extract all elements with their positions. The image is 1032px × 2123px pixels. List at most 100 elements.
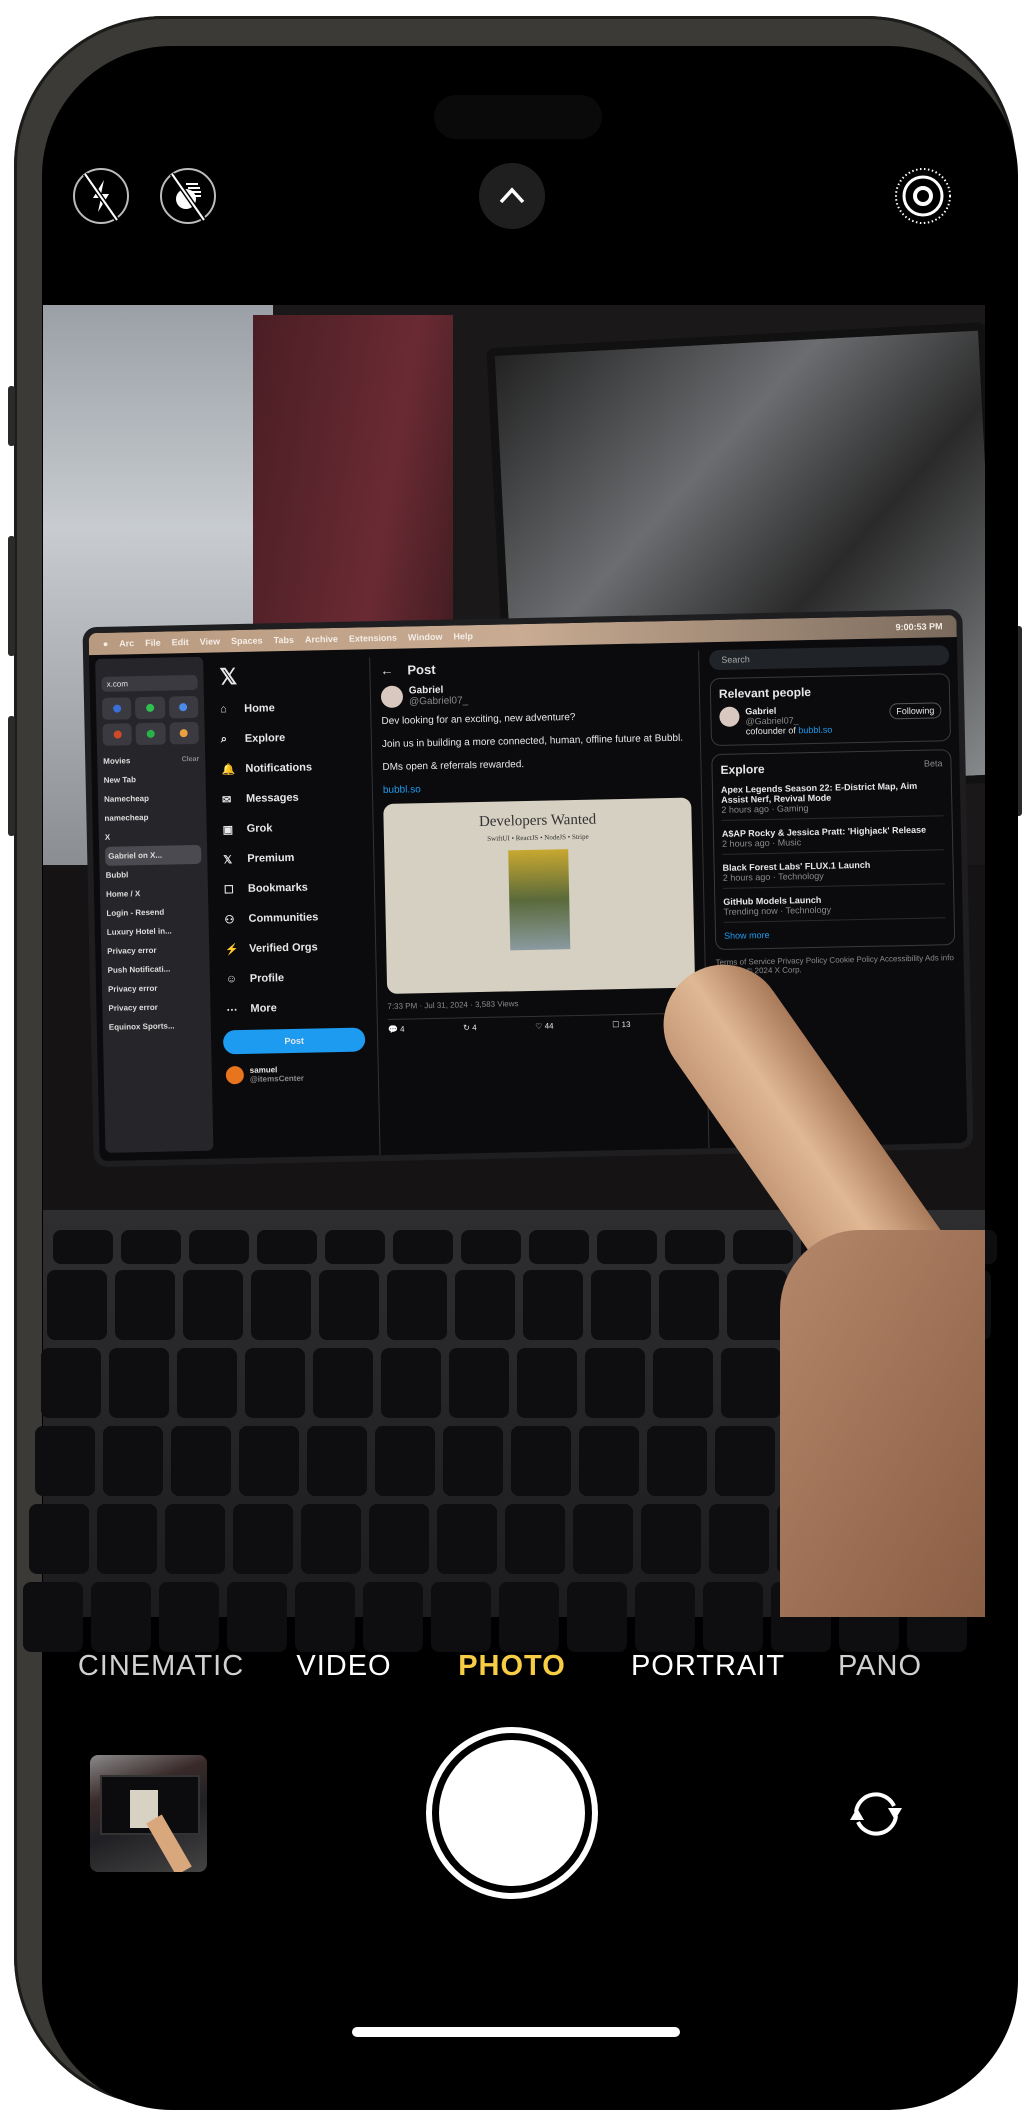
menubar-item: Arc bbox=[119, 638, 135, 649]
folder-movies: Movies Clear bbox=[103, 750, 199, 771]
keyboard-key bbox=[29, 1504, 89, 1574]
mode-cinematic[interactable]: CINEMATIC bbox=[78, 1650, 244, 1683]
bio-text: cofounder of bbox=[745, 725, 796, 737]
keyboard-key bbox=[319, 1270, 379, 1340]
x-nav-item[interactable]: ⌂ Home bbox=[212, 691, 363, 724]
keyboard-key bbox=[659, 1270, 719, 1340]
post-header: ← Post bbox=[380, 657, 688, 678]
trend-item[interactable]: Apex Legends Season 22: E-District Map, … bbox=[720, 780, 944, 821]
menubar-item: Window bbox=[407, 631, 443, 643]
menubar-item: Extensions bbox=[348, 632, 398, 644]
image-subtitle: SwiftUI • ReactJS • NodeJS • Stripe bbox=[487, 832, 589, 843]
keyboard-key bbox=[727, 1270, 787, 1340]
nav-icon: ✉ bbox=[221, 793, 232, 806]
account-switcher: samuel @itemsCenter bbox=[220, 1057, 371, 1090]
arc-tab[interactable]: Luxury Hotel in... bbox=[107, 921, 203, 942]
keyboard-key bbox=[307, 1426, 367, 1496]
x-nav-item[interactable]: ▣ Grok bbox=[214, 811, 365, 844]
mode-pano[interactable]: PANO bbox=[838, 1650, 922, 1683]
bio-link: bubbl.so bbox=[798, 724, 833, 736]
x-nav-item[interactable]: ✉ Messages bbox=[214, 781, 365, 814]
trend-item[interactable]: A$AP Rocky & Jessica Pratt: 'Highjack' R… bbox=[721, 824, 945, 855]
person-row: Gabriel @Gabriel07_ cofounder of bubbl.so F… bbox=[719, 702, 942, 737]
following-button[interactable]: Following bbox=[889, 702, 942, 720]
arc-tab[interactable]: Equinox Sports... bbox=[109, 1016, 205, 1037]
post-link: bubbl.so bbox=[382, 784, 421, 797]
nav-label: Explore bbox=[244, 732, 286, 745]
shutter-button[interactable] bbox=[426, 1727, 598, 1899]
nav-label: Verified Orgs bbox=[249, 941, 318, 955]
beta-badge: Beta bbox=[923, 758, 943, 769]
x-nav-item[interactable]: 🔔 Notifications bbox=[213, 751, 364, 784]
flip-camera-icon[interactable] bbox=[840, 1778, 912, 1850]
x-nav-item[interactable]: 𝕏 Premium bbox=[215, 841, 366, 874]
last-photo-thumbnail[interactable] bbox=[90, 1755, 207, 1872]
keyboard-key bbox=[709, 1504, 769, 1574]
arc-tab[interactable]: Login - Resend bbox=[106, 902, 202, 923]
keyboard-key bbox=[239, 1426, 299, 1496]
camera-mode-selector[interactable]: CINEMATIC VIDEO PHOTO PORTRAIT PANO bbox=[0, 1650, 1032, 1686]
pinned-tab-icon bbox=[168, 695, 199, 719]
keyboard-key bbox=[375, 1426, 435, 1496]
chevron-up-icon[interactable] bbox=[479, 163, 545, 229]
home-indicator[interactable] bbox=[352, 2027, 680, 2037]
relevant-people-card: Relevant people Gabriel @Gabriel07_ cofound… bbox=[709, 673, 952, 747]
arc-tab[interactable]: New Tab bbox=[103, 769, 199, 790]
trend-item[interactable]: GitHub Models Launch Trending now · Techn… bbox=[723, 892, 946, 923]
action-count: 4 bbox=[472, 1023, 477, 1033]
post-title: Post bbox=[407, 661, 436, 678]
mode-photo[interactable]: PHOTO bbox=[458, 1650, 566, 1683]
search-input[interactable]: Search bbox=[709, 645, 950, 671]
post-action[interactable]: ☐ 13 bbox=[612, 1020, 630, 1029]
person-bio: cofounder of bubbl.so bbox=[746, 724, 884, 737]
arc-url-bar: x.com bbox=[101, 674, 198, 692]
show-more-link[interactable]: Show more bbox=[724, 926, 946, 941]
keyboard-key bbox=[715, 1426, 775, 1496]
x-nav-item[interactable]: ☺ Profile bbox=[218, 961, 369, 994]
keyboard-key bbox=[301, 1504, 361, 1574]
flash-off-icon[interactable] bbox=[71, 166, 131, 226]
keyboard-key bbox=[567, 1582, 627, 1652]
image-photo bbox=[508, 849, 571, 951]
arc-tab[interactable]: Privacy error bbox=[107, 940, 203, 961]
post-action[interactable]: ↻ 4 bbox=[463, 1023, 477, 1032]
app-icon bbox=[146, 729, 155, 738]
mode-portrait[interactable]: PORTRAIT bbox=[631, 1650, 785, 1683]
keyboard-key bbox=[165, 1504, 225, 1574]
x-nav-item[interactable]: ⚇ Communities bbox=[216, 901, 367, 934]
account-handle: @itemsCenter bbox=[249, 1073, 305, 1084]
arc-tab[interactable]: Push Notificati... bbox=[107, 959, 203, 980]
app-icon bbox=[146, 703, 155, 712]
trend-item[interactable]: Black Forest Labs' FLUX.1 Launch 2 hours … bbox=[722, 858, 946, 889]
nav-icon: 𝕏 bbox=[223, 853, 233, 866]
live-photo-icon[interactable] bbox=[893, 166, 953, 226]
arc-tab[interactable]: Privacy error bbox=[108, 978, 204, 999]
post-action[interactable]: ♡ 44 bbox=[535, 1021, 553, 1030]
x-nav-item[interactable]: ⌕ Explore bbox=[213, 721, 364, 754]
keyboard-key bbox=[251, 1270, 311, 1340]
arc-tab[interactable]: Gabriel on X... bbox=[105, 844, 202, 866]
post-action[interactable]: 💬 4 bbox=[388, 1025, 405, 1034]
nav-label: Premium bbox=[247, 851, 295, 865]
post-text: DMs open & referrals rewarded. bbox=[382, 759, 525, 774]
x-nav-item[interactable]: ⚡ Verified Orgs bbox=[217, 931, 368, 964]
x-nav-item[interactable]: ⋯ More bbox=[218, 991, 369, 1024]
arc-tab[interactable]: namecheap bbox=[104, 807, 200, 828]
arc-tab[interactable]: Namecheap bbox=[104, 788, 200, 809]
live-photo-off-icon[interactable] bbox=[158, 166, 218, 226]
x-nav-item[interactable]: ☐ Bookmarks bbox=[216, 871, 367, 904]
arc-tab[interactable]: Home / X bbox=[106, 883, 202, 904]
keyboard-key bbox=[91, 1582, 151, 1652]
arc-tab[interactable]: X bbox=[105, 826, 201, 847]
arc-tab[interactable]: Bubbl bbox=[105, 864, 201, 885]
nav-label: More bbox=[250, 1002, 277, 1015]
mode-video[interactable]: VIDEO bbox=[296, 1650, 391, 1683]
post-button[interactable]: Post bbox=[222, 1027, 366, 1055]
keyboard-key bbox=[573, 1504, 633, 1574]
menubar-item: Edit bbox=[171, 637, 189, 648]
menubar-item: Help bbox=[453, 631, 474, 642]
arc-tab[interactable]: Privacy error bbox=[108, 997, 204, 1018]
action-count: 4 bbox=[400, 1024, 405, 1034]
nav-label: Profile bbox=[249, 972, 285, 985]
keyboard-key bbox=[295, 1582, 355, 1652]
